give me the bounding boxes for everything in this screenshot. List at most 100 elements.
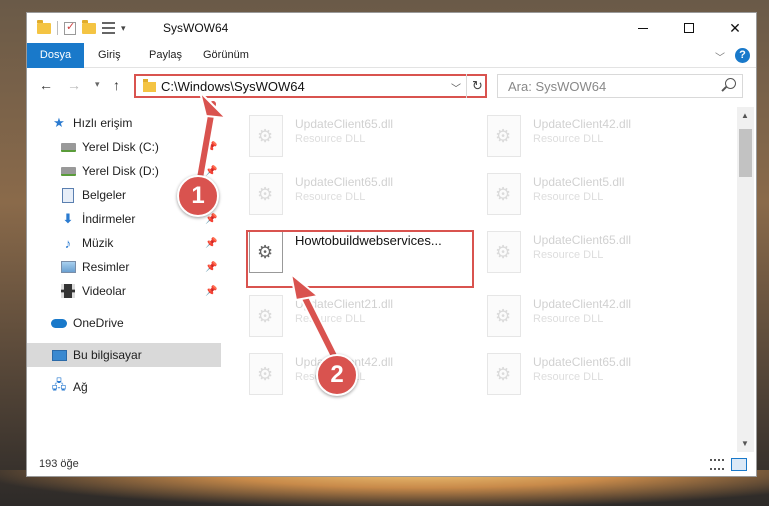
tab-file[interactable]: Dosya [27, 43, 84, 68]
vertical-scrollbar[interactable]: ▲ ▼ [737, 107, 754, 452]
music-icon: ♪ [64, 235, 72, 251]
back-arrow-icon[interactable]: ← [39, 77, 53, 93]
file-name: UpdateClient5.dll [533, 175, 625, 189]
sidebar-item-pictures[interactable]: Resimler 📌 [27, 255, 221, 279]
scroll-down-arrow-icon[interactable]: ▼ [741, 439, 749, 448]
search-icon[interactable] [725, 78, 736, 89]
file-type: Resource DLL [295, 191, 366, 203]
file-item[interactable]: UpdateClient65.dll Resource DLL [465, 349, 685, 401]
sidebar-item-label: Belgeler [82, 188, 127, 202]
file-name: UpdateClient65.dll [533, 233, 632, 247]
file-type: Resource DLL [533, 249, 604, 261]
dll-file-icon [249, 295, 283, 337]
disk-icon [60, 163, 76, 179]
sidebar-item-label: Bu bilgisayar [73, 348, 142, 362]
list-icon[interactable] [102, 22, 115, 34]
scrollbar-thumb[interactable] [739, 129, 752, 177]
dll-file-icon [487, 115, 521, 157]
search-input[interactable] [508, 76, 708, 96]
file-item[interactable]: UpdateClient5.dll Resource DLL [465, 169, 685, 221]
file-item[interactable]: UpdateClient42.dll Resource DLL [465, 111, 685, 163]
sidebar-item-label: Videolar [82, 284, 126, 298]
selected-file-highlight [246, 230, 474, 288]
network-icon: 🖧 [51, 377, 67, 392]
pin-icon[interactable]: 📌 [205, 238, 217, 249]
file-item[interactable]: UpdateClient65.dll Resource DLL [465, 227, 685, 279]
file-type: Resource DLL [533, 133, 604, 145]
toolbar-divider [57, 21, 58, 35]
help-icon[interactable]: ? [735, 48, 750, 63]
tab-view[interactable]: Görünüm [193, 43, 259, 68]
close-icon: ✕ [729, 19, 741, 36]
file-type: Resource DLL [533, 313, 604, 325]
address-bar[interactable]: C:\Windows\SysWOW64 ﹀ ↻ [134, 74, 487, 98]
computer-icon [51, 347, 67, 363]
properties-icon[interactable] [64, 20, 76, 35]
dll-file-icon [487, 173, 521, 215]
sidebar-item-label: Yerel Disk (D:) [82, 164, 159, 178]
file-explorer-window: ▾ SysWOW64 ✕ Dosya Giriş Paylaş Görünüm … [26, 12, 757, 477]
file-item[interactable]: UpdateClient42.dll Resource DLL [465, 291, 685, 343]
tab-home[interactable]: Giriş [88, 43, 131, 68]
star-icon: ★ [53, 115, 65, 130]
up-arrow-icon[interactable]: ↑ [113, 77, 120, 93]
address-path[interactable]: C:\Windows\SysWOW64 [161, 79, 305, 94]
sidebar-item-label: İndirmeler [82, 212, 136, 226]
pin-icon[interactable]: 📌 [205, 142, 217, 153]
dll-file-icon [487, 353, 521, 395]
sidebar-item-label: Hızlı erişim [73, 116, 133, 130]
close-button[interactable]: ✕ [712, 13, 756, 43]
ribbon-tabs: Dosya Giriş Paylaş Görünüm ﹀ ? [27, 43, 756, 68]
details-view-icon[interactable] [710, 459, 724, 470]
step-1-badge: 1 [177, 175, 219, 217]
sidebar-item-label: Resimler [82, 260, 130, 274]
new-folder-icon[interactable] [82, 19, 96, 34]
tab-share[interactable]: Paylaş [139, 43, 192, 68]
pin-icon[interactable]: 📌 [205, 166, 217, 177]
sidebar-item-network[interactable]: 🖧 Ağ [27, 375, 221, 399]
maximize-icon [684, 23, 694, 33]
file-name: UpdateClient65.dll [295, 175, 394, 189]
pin-icon[interactable]: 📌 [205, 286, 217, 297]
file-type: Resource DLL [295, 313, 366, 325]
quick-access-toolbar: ▾ [37, 19, 126, 37]
file-type: Resource DLL [533, 191, 604, 203]
recent-locations-chevron-icon[interactable]: ▾ [95, 79, 100, 90]
customize-toolbar-chevron-icon[interactable]: ▾ [121, 23, 126, 34]
item-count: 193 öğe [39, 458, 79, 470]
videos-icon [60, 283, 76, 299]
title-bar: ▾ SysWOW64 ✕ [27, 13, 756, 43]
sidebar-item-label: Yerel Disk (C:) [82, 140, 159, 154]
forward-arrow-icon[interactable]: → [67, 77, 81, 93]
file-item[interactable]: UpdateClient65.dll Resource DLL [227, 111, 447, 163]
sidebar-item-local-disk-c[interactable]: Yerel Disk (C:) 📌 [27, 135, 221, 159]
file-name: UpdateClient21.dll [295, 297, 394, 311]
sidebar-item-onedrive[interactable]: OneDrive [27, 311, 221, 335]
documents-icon [60, 187, 76, 203]
scroll-up-arrow-icon[interactable]: ▲ [741, 111, 749, 120]
sidebar-item-music[interactable]: ♪ Müzik 📌 [27, 231, 221, 255]
sidebar-item-videos[interactable]: Videolar 📌 [27, 279, 221, 303]
sidebar-item-quick-access[interactable]: ★ Hızlı erişim [27, 111, 221, 135]
large-icons-view-icon[interactable] [731, 458, 747, 471]
sidebar-item-this-pc[interactable]: Bu bilgisayar [27, 343, 221, 367]
file-item[interactable]: UpdateClient21.dll Resource DLL [227, 291, 447, 343]
refresh-icon[interactable]: ↻ [466, 74, 488, 98]
address-history-chevron-icon[interactable]: ﹀ [451, 80, 461, 95]
dll-file-icon [249, 173, 283, 215]
pin-icon[interactable]: 📌 [205, 214, 217, 225]
minimize-button[interactable] [620, 13, 666, 43]
cloud-icon [51, 315, 67, 331]
window-title: SysWOW64 [163, 21, 229, 35]
file-item[interactable]: UpdateClient65.dll Resource DLL [227, 169, 447, 221]
maximize-button[interactable] [666, 13, 712, 43]
sidebar-item-label: Ağ [73, 380, 88, 394]
search-box[interactable] [497, 74, 743, 98]
sidebar-item-label: OneDrive [73, 316, 124, 330]
pin-icon[interactable]: 📌 [205, 262, 217, 273]
navigation-pane: ★ Hızlı erişim Yerel Disk (C:) 📌 Yerel D… [27, 107, 223, 452]
dll-file-icon [487, 295, 521, 337]
file-name: UpdateClient42.dll [533, 117, 632, 131]
expand-ribbon-chevron-icon[interactable]: ﹀ [715, 49, 725, 64]
navigation-bar: ← → ▾ ↑ C:\Windows\SysWOW64 ﹀ ↻ [27, 69, 756, 103]
